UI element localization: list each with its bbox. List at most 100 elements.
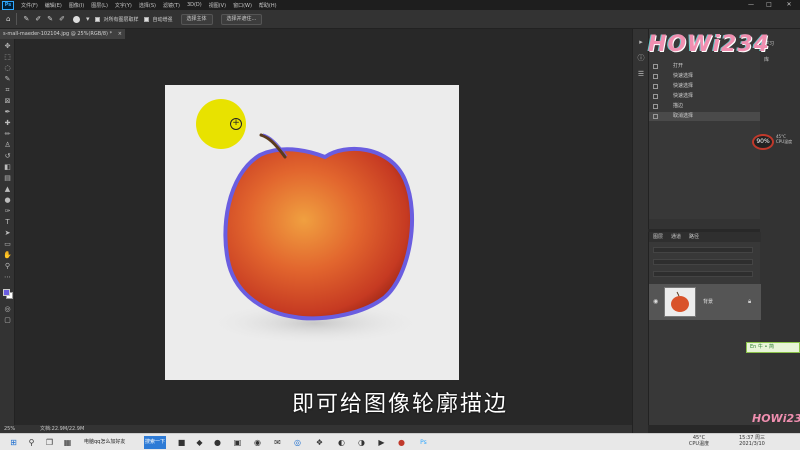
history-item[interactable]: 快速选择 [649, 92, 761, 101]
path-select-icon[interactable]: ➤ [3, 229, 12, 238]
quick-select-icon[interactable]: ✎ [3, 75, 12, 84]
menu-file[interactable]: 文件(F) [21, 2, 38, 9]
app-icon[interactable]: ◑ [356, 437, 367, 448]
photoshop-taskbar-icon[interactable]: Ps [418, 437, 429, 448]
zoom-level[interactable]: 25% [4, 425, 15, 433]
tab-channels[interactable]: 通道 [671, 232, 681, 242]
app-icon[interactable]: ◉ [252, 437, 263, 448]
menu-select[interactable]: 选择(S) [139, 2, 156, 9]
menu-edit[interactable]: 编辑(E) [45, 2, 62, 9]
zoom-icon[interactable]: ⚲ [3, 262, 12, 271]
move-icon[interactable]: ✥ [3, 42, 12, 51]
info-icon[interactable]: ⓘ [636, 53, 646, 63]
select-subject-button[interactable]: 选择主体 [180, 13, 213, 25]
select-and-mask-button[interactable]: 选择并遮住... [220, 13, 263, 25]
menu-view[interactable]: 视图(V) [209, 2, 226, 9]
stamp-icon[interactable]: ♙ [3, 141, 12, 150]
adjust-icon[interactable]: ☰ [636, 69, 646, 79]
maximize-button[interactable]: □ [762, 0, 776, 10]
menu-3d[interactable]: 3D(D) [187, 2, 202, 8]
history-panel-icon[interactable]: ▸ [636, 37, 646, 47]
windows-start-icon[interactable]: ⊞ [8, 437, 19, 448]
menu-layer[interactable]: 图层(L) [91, 2, 108, 9]
task-view-icon[interactable]: ❐ [44, 437, 55, 448]
app-icon[interactable]: ■ [176, 437, 187, 448]
hand-icon[interactable]: ✋ [3, 251, 12, 260]
cpu-usage-unit: % [763, 138, 770, 145]
history-item[interactable]: 快速选择 [649, 82, 761, 91]
history-state-icon [653, 84, 658, 89]
home-icon[interactable]: ⌂ [6, 15, 10, 23]
app-icon[interactable]: ◆ [194, 437, 205, 448]
new-selection-icon[interactable]: ✐ [35, 15, 41, 23]
eraser-icon[interactable]: ◧ [3, 163, 12, 172]
add-selection-icon[interactable]: ✎ [47, 15, 53, 23]
history-item-active[interactable]: 取消选择 [649, 112, 761, 121]
blur-icon[interactable]: ▲ [3, 185, 12, 194]
search-icon[interactable]: ⚲ [26, 437, 37, 448]
chevron-down-icon[interactable]: ▾ [86, 15, 90, 23]
ime-toolbar[interactable]: En 牛 • 简 [746, 342, 800, 353]
history-item[interactable]: 描边 [649, 102, 761, 111]
type-icon[interactable]: T [3, 218, 12, 227]
pen-icon[interactable]: ✑ [3, 207, 12, 216]
app-icon[interactable]: ▶ [376, 437, 387, 448]
lock-row[interactable] [653, 271, 753, 277]
gradient-icon[interactable]: ▤ [3, 174, 12, 183]
app-icon[interactable]: ● [212, 437, 223, 448]
screen-mode-icon[interactable]: ▢ [3, 316, 12, 325]
search-go-button[interactable]: 搜索一下 [144, 436, 166, 449]
menu-help[interactable]: 帮助(H) [259, 2, 277, 9]
tray-cpu-temp: 45°C CPU温度 [684, 435, 714, 447]
subtract-selection-icon[interactable]: ✐ [59, 15, 65, 23]
history-brush-icon[interactable]: ↺ [3, 152, 12, 161]
record-icon[interactable]: ● [396, 437, 407, 448]
lasso-icon[interactable]: ◌ [3, 64, 12, 73]
brush-icon[interactable]: ✏ [3, 130, 12, 139]
healing-icon[interactable]: ✚ [3, 119, 12, 128]
dodge-icon[interactable]: ● [3, 196, 12, 205]
blend-mode-row[interactable] [653, 259, 753, 265]
auto-enhance-checkbox[interactable] [144, 16, 150, 22]
quick-mask-icon[interactable]: ◎ [3, 305, 12, 314]
eye-icon[interactable]: ◉ [653, 298, 658, 305]
quick-select-tool-icon[interactable]: ✎ [23, 15, 29, 23]
tab-paths[interactable]: 路径 [689, 232, 699, 242]
library-tab[interactable]: 库 [764, 56, 769, 63]
app-icon[interactable]: ▣ [232, 437, 243, 448]
taskbar-search-field[interactable]: 电脑qq怎么加好友 [84, 436, 144, 449]
tab-close-icon[interactable]: × [118, 29, 122, 39]
history-state-icon [653, 64, 658, 69]
layer-filter-row[interactable] [653, 247, 753, 253]
foreground-color-swatch[interactable] [3, 289, 10, 296]
app-icon[interactable]: ❖ [314, 437, 325, 448]
history-item[interactable]: 打开 [649, 62, 761, 71]
tray-clock[interactable]: 15:37 周三 2021/3/10 [730, 435, 774, 447]
app-icon[interactable]: ✉ [272, 437, 283, 448]
crop-icon[interactable]: ⌗ [3, 86, 12, 95]
app-icon[interactable]: ◐ [336, 437, 347, 448]
history-item[interactable]: 快速选择 [649, 72, 761, 81]
marquee-icon[interactable]: ⬚ [3, 53, 12, 62]
minimize-button[interactable]: — [744, 0, 758, 10]
history-panel: 打开 快速选择 快速选择 快速选择 描边 取消选择 [648, 29, 761, 229]
shape-icon[interactable]: ▭ [3, 240, 12, 249]
menu-image[interactable]: 图像(I) [69, 2, 84, 9]
sample-all-layers-checkbox[interactable] [95, 16, 101, 22]
layer-row-background[interactable]: ◉ 背景 🔒︎ [649, 284, 761, 320]
history-footer [649, 219, 761, 229]
auto-enhance-label: 自动增强 [152, 16, 173, 23]
sample-all-layers-label: 对所有图层取样 [103, 16, 139, 23]
close-button[interactable]: ✕ [782, 0, 796, 10]
frame-icon[interactable]: ⊠ [3, 97, 12, 106]
document-tab[interactable]: s-mall-maeder-102104.jpg @ 25%(RGB/8) * … [0, 29, 125, 39]
menu-window[interactable]: 窗口(W) [233, 2, 252, 9]
eyedropper-icon[interactable]: ✒ [3, 108, 12, 117]
more-icon[interactable]: ⋯ [3, 273, 12, 282]
browser-icon[interactable]: ◎ [292, 437, 303, 448]
menu-type[interactable]: 文字(Y) [115, 2, 132, 9]
brush-size-picker[interactable] [72, 15, 80, 23]
menu-filter[interactable]: 滤镜(T) [163, 2, 180, 9]
store-icon[interactable]: ▦ [62, 437, 73, 448]
tab-layers[interactable]: 图层 [653, 232, 663, 242]
